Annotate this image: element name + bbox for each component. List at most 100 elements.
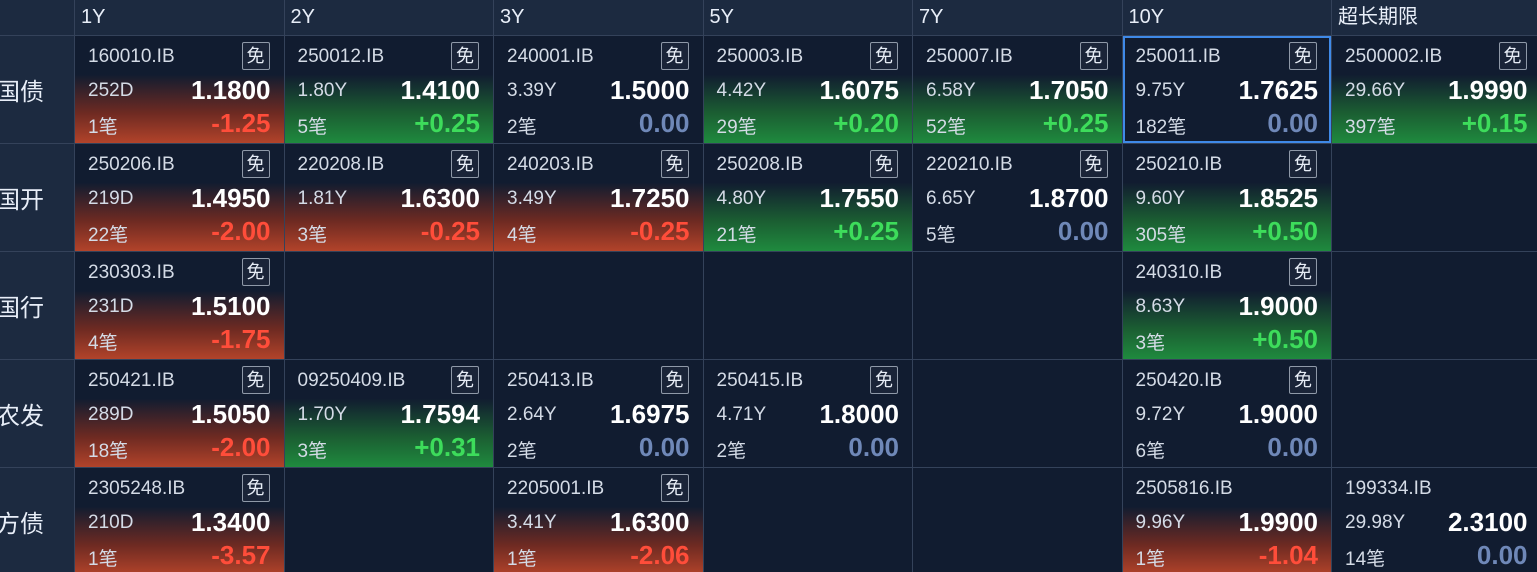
- quote-cell[interactable]: 250007.IB 免 6.58Y 1.7050 52笔 +0.25: [913, 36, 1122, 143]
- bond-code: 240001.IB: [507, 46, 594, 67]
- column-header-超长期限[interactable]: 超长期限: [1332, 0, 1537, 35]
- column-header-3y[interactable]: 3Y: [494, 0, 703, 35]
- yield-value: 1.6975: [609, 399, 690, 429]
- trade-count: 3笔: [297, 225, 328, 246]
- row-label-text: 国行: [0, 295, 44, 322]
- quote-cell[interactable]: 220208.IB 免 1.81Y 1.6300 3笔 -0.25: [284, 144, 493, 251]
- bond-code: 2500002.IB: [1345, 46, 1443, 67]
- yield-change: -0.25: [630, 216, 690, 246]
- quote-cell[interactable]: 250003.IB 免 4.42Y 1.6075 29笔 +0.20: [703, 36, 912, 143]
- row-label: 国债: [0, 36, 74, 143]
- quote-cell[interactable]: 230303.IB 免 231D 1.5100 4笔 -1.75: [75, 252, 284, 359]
- yield-change: -1.75: [211, 324, 271, 354]
- quote-cell[interactable]: 2500002.IB 免 29.66Y 1.9990 397笔 +0.15: [1332, 36, 1537, 143]
- remaining-term: 4.42Y: [716, 80, 767, 101]
- quote-cell[interactable]: 250415.IB 免 4.71Y 1.8000 2笔 0.00: [703, 360, 912, 467]
- bond-code: 2505816.IB: [1135, 478, 1233, 499]
- quote-cell[interactable]: 250206.IB 免 219D 1.4950 22笔 -2.00: [75, 144, 284, 251]
- yield-change: 0.00: [638, 432, 690, 462]
- yield-value: 1.9000: [1238, 399, 1318, 429]
- yield-value: 1.7625: [1238, 75, 1318, 105]
- remaining-term: 231D: [88, 296, 134, 317]
- bond-code: 199334.IB: [1345, 478, 1432, 499]
- trade-count: 22笔: [88, 225, 129, 246]
- remaining-term: 3.39Y: [507, 80, 557, 101]
- yield-change: +0.15: [1461, 108, 1528, 138]
- bond-code: 09250409.IB: [297, 370, 406, 391]
- trade-count: 52笔: [926, 117, 967, 138]
- tax-exempt-badge: 免: [660, 150, 689, 178]
- tax-exempt-badge: 免: [1289, 366, 1317, 394]
- empty-quote-cell: [1332, 252, 1537, 359]
- yield-change: 0.00: [1057, 216, 1109, 246]
- bond-code: 250413.IB: [507, 370, 594, 391]
- yield-change: -3.57: [211, 540, 271, 570]
- yield-change: -2.00: [211, 216, 271, 246]
- bond-code: 160010.IB: [88, 46, 175, 67]
- column-header-1y[interactable]: 1Y: [75, 0, 284, 35]
- quote-cell[interactable]: 250011.IB 免 9.75Y 1.7625 182笔 0.00: [1122, 36, 1331, 143]
- quote-cell[interactable]: 2205001.IB 免 3.41Y 1.6300 1笔 -2.06: [494, 468, 703, 572]
- quote-cell[interactable]: 250012.IB 免 1.80Y 1.4100 5笔 +0.25: [284, 36, 493, 143]
- empty-quote-cell: [913, 252, 1122, 359]
- empty-quote-cell: [494, 252, 703, 359]
- yield-value: 1.9900: [1238, 507, 1318, 537]
- row-label-text: 国开: [0, 187, 44, 214]
- quote-cell[interactable]: 2305248.IB 免 210D 1.3400 1笔 -3.57: [75, 468, 284, 572]
- bond-code: 250421.IB: [88, 370, 175, 391]
- column-header-2y[interactable]: 2Y: [284, 0, 493, 35]
- column-header-7y[interactable]: 7Y: [913, 0, 1122, 35]
- quote-cell[interactable]: 250420.IB 免 9.72Y 1.9000 6笔 0.00: [1122, 360, 1331, 467]
- yield-value: 1.3400: [190, 507, 271, 537]
- column-header-5y[interactable]: 5Y: [703, 0, 912, 35]
- yield-value: 1.6300: [400, 183, 480, 213]
- yield-value: 1.6300: [609, 507, 690, 537]
- trade-count: 182笔: [1135, 117, 1187, 138]
- bond-code: 220210.IB: [926, 154, 1013, 175]
- yield-value: 1.5000: [609, 75, 690, 105]
- bond-code: 240310.IB: [1135, 262, 1223, 283]
- quote-cell[interactable]: 240001.IB 免 3.39Y 1.5000 2笔 0.00: [494, 36, 703, 143]
- trade-count: 397笔: [1345, 117, 1396, 138]
- header-corner: [0, 0, 74, 35]
- tax-exempt-badge: 免: [1289, 258, 1317, 286]
- trade-count: 1笔: [88, 117, 118, 138]
- row-label: 国行: [0, 252, 74, 359]
- remaining-term: 9.60Y: [1135, 188, 1186, 209]
- quote-cell[interactable]: 199334.IB 29.98Y 2.3100 14笔 0.00: [1332, 468, 1537, 572]
- quote-cell[interactable]: 160010.IB 免 252D 1.1800 1笔 -1.25: [75, 36, 284, 143]
- yield-change: +0.31: [414, 432, 480, 462]
- trade-count: 1笔: [88, 549, 118, 570]
- row-label-text: 国债: [0, 79, 44, 106]
- empty-quote-cell: [913, 468, 1122, 572]
- quote-cell[interactable]: 220210.IB 免 6.65Y 1.8700 5笔 0.00: [913, 144, 1122, 251]
- bond-code: 2205001.IB: [507, 478, 605, 499]
- quote-cell[interactable]: 250208.IB 免 4.80Y 1.7550 21笔 +0.25: [703, 144, 912, 251]
- yield-value: 1.6075: [819, 75, 899, 105]
- bond-code: 250420.IB: [1135, 370, 1223, 391]
- bond-code: 250003.IB: [716, 46, 804, 67]
- yield-change: +0.20: [833, 108, 899, 138]
- tax-exempt-badge: 免: [1289, 42, 1317, 70]
- remaining-term: 29.66Y: [1345, 80, 1406, 101]
- quote-cell[interactable]: 250210.IB 免 9.60Y 1.8525 305笔 +0.50: [1122, 144, 1331, 251]
- quote-cell[interactable]: 2505816.IB 9.96Y 1.9900 1笔 -1.04: [1122, 468, 1331, 572]
- remaining-term: 6.65Y: [926, 188, 976, 209]
- quote-cell[interactable]: 250413.IB 免 2.64Y 1.6975 2笔 0.00: [494, 360, 703, 467]
- trade-count: 29笔: [716, 117, 757, 138]
- trade-count: 3笔: [1135, 333, 1166, 354]
- column-header-10y[interactable]: 10Y: [1122, 0, 1331, 35]
- tax-exempt-badge: 免: [241, 258, 270, 286]
- yield-change: -1.04: [1258, 540, 1318, 570]
- yield-value: 1.8000: [819, 399, 899, 429]
- yield-change: +0.25: [414, 108, 480, 138]
- bond-quote-matrix: 1Y 2Y 3Y 5Y 7Y 10Y 超长期限国债 160010.IB 免 252D 1.1800 1…: [0, 0, 1537, 572]
- quote-cell[interactable]: 240203.IB 免 3.49Y 1.7250 4笔 -0.25: [494, 144, 703, 251]
- quote-cell[interactable]: 09250409.IB 免 1.70Y 1.7594 3笔 +0.31: [284, 360, 493, 467]
- quote-cell[interactable]: 240310.IB 免 8.63Y 1.9000 3笔 +0.50: [1122, 252, 1331, 359]
- empty-quote-cell: [913, 360, 1122, 467]
- trade-count: 4笔: [507, 225, 537, 246]
- yield-value: 1.5050: [190, 399, 271, 429]
- quote-cell[interactable]: 250421.IB 免 289D 1.5050 18笔 -2.00: [75, 360, 284, 467]
- trade-count: 3笔: [297, 441, 328, 462]
